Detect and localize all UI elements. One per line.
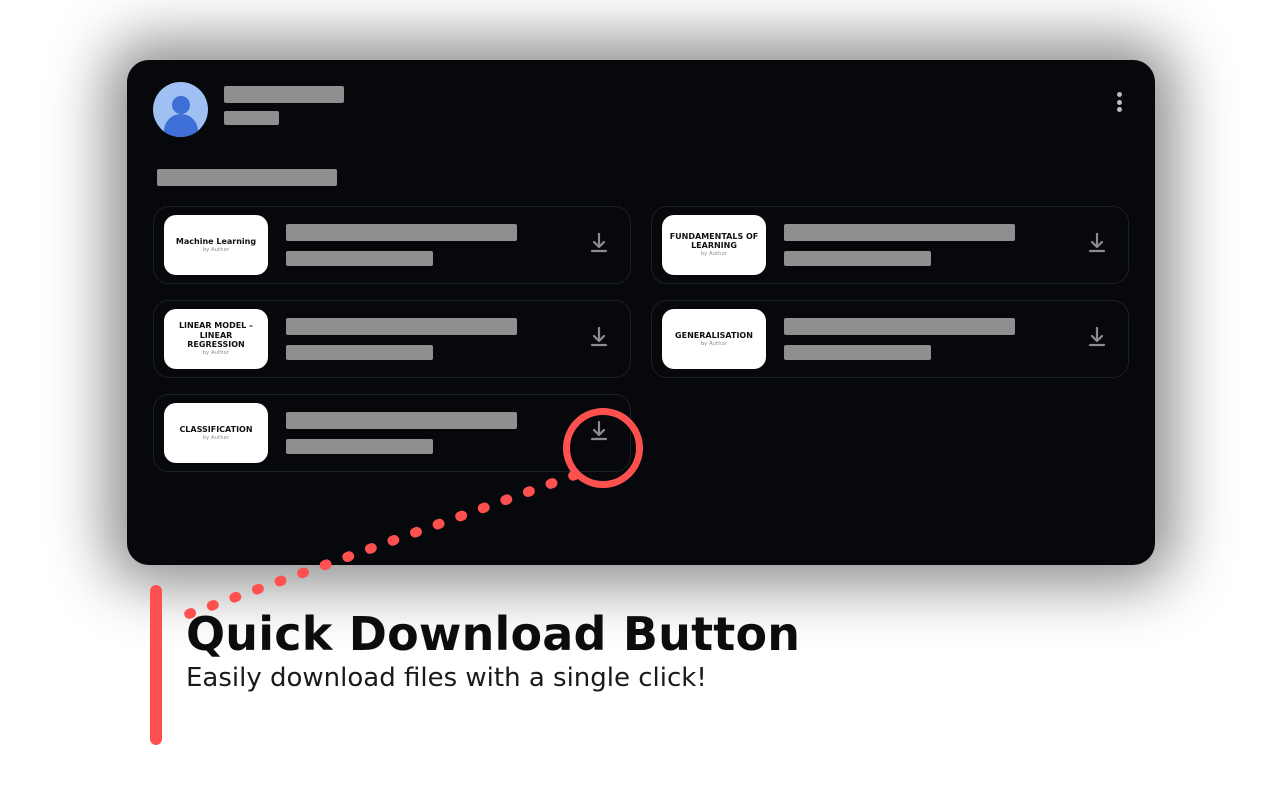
download-button[interactable]	[1084, 232, 1110, 258]
file-thumbnail-title: CLASSIFICATION	[179, 425, 252, 434]
more-options-button[interactable]	[1109, 90, 1129, 114]
file-meta-placeholder	[286, 345, 433, 360]
callout-heading: Quick Download Button	[186, 607, 1086, 661]
file-title-placeholder	[784, 224, 1015, 241]
file-card[interactable]: CLASSIFICATION by Author	[153, 394, 631, 472]
profile-name-block	[224, 82, 344, 125]
file-thumbnail: GENERALISATION by Author	[662, 309, 766, 369]
file-card[interactable]: FUNDAMENTALS OF LEARNING by Author	[651, 206, 1129, 284]
callout: Quick Download Button Easily download fi…	[186, 607, 1086, 693]
file-text	[286, 224, 568, 266]
download-button[interactable]	[586, 326, 612, 352]
file-thumbnail-title: GENERALISATION	[675, 331, 753, 340]
file-thumbnail-sub: by Author	[203, 248, 229, 254]
download-icon	[587, 325, 611, 353]
file-meta-placeholder	[286, 439, 433, 454]
file-title-placeholder	[784, 318, 1015, 335]
file-card[interactable]: GENERALISATION by Author	[651, 300, 1129, 378]
file-thumbnail-sub: by Author	[701, 342, 727, 348]
file-meta-placeholder	[784, 251, 931, 266]
download-button[interactable]	[586, 232, 612, 258]
callout-sub: Easily download files with a single clic…	[186, 663, 1086, 693]
file-title-placeholder	[286, 412, 517, 429]
file-thumbnail-sub: by Author	[701, 252, 727, 258]
download-icon	[1085, 325, 1109, 353]
download-icon	[1085, 231, 1109, 259]
callout-accent-bar	[150, 585, 162, 745]
content-panel: Machine Learning by Author FUNDAMENTALS …	[127, 60, 1155, 565]
file-text	[286, 318, 568, 360]
avatar	[153, 82, 208, 137]
file-thumbnail-title: FUNDAMENTALS OF LEARNING	[668, 232, 760, 250]
file-meta-placeholder	[286, 251, 433, 266]
file-title-placeholder	[286, 224, 517, 241]
download-button[interactable]	[1084, 326, 1110, 352]
file-thumbnail: CLASSIFICATION by Author	[164, 403, 268, 463]
file-text	[784, 224, 1066, 266]
profile-header	[153, 82, 1129, 137]
file-text	[286, 412, 568, 454]
file-thumbnail: Machine Learning by Author	[164, 215, 268, 275]
download-icon	[587, 231, 611, 259]
file-thumbnail: LINEAR MODEL – LINEAR REGRESSION by Auth…	[164, 309, 268, 369]
file-thumbnail-sub: by Author	[203, 436, 229, 442]
file-thumbnail-title: LINEAR MODEL – LINEAR REGRESSION	[170, 321, 262, 349]
file-card[interactable]: Machine Learning by Author	[153, 206, 631, 284]
profile-meta-placeholder	[224, 111, 279, 125]
file-text	[784, 318, 1066, 360]
section-heading-placeholder	[157, 169, 337, 186]
file-thumbnail-title: Machine Learning	[176, 237, 256, 246]
highlight-ring	[563, 408, 643, 488]
profile-name-placeholder	[224, 86, 344, 103]
file-meta-placeholder	[784, 345, 931, 360]
file-thumbnail: FUNDAMENTALS OF LEARNING by Author	[662, 215, 766, 275]
file-title-placeholder	[286, 318, 517, 335]
file-thumbnail-sub: by Author	[203, 351, 229, 357]
file-card[interactable]: LINEAR MODEL – LINEAR REGRESSION by Auth…	[153, 300, 631, 378]
file-grid: Machine Learning by Author FUNDAMENTALS …	[153, 206, 1129, 472]
